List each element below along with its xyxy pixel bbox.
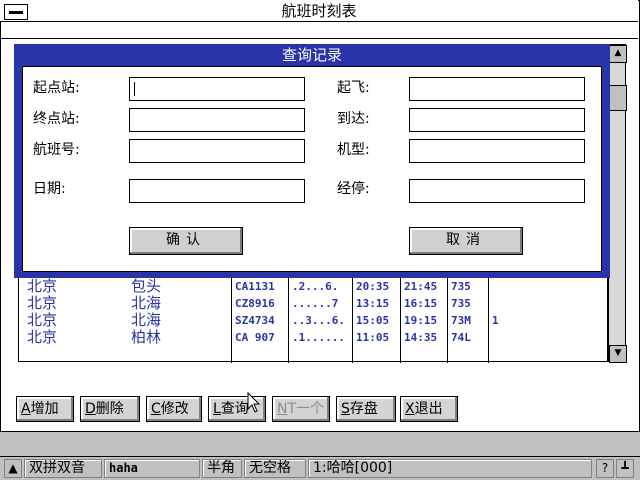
- cell-days: .2...6.: [292, 280, 339, 293]
- window-title: 航班时刻表: [281, 2, 357, 20]
- space-mode[interactable]: 无空格: [244, 459, 306, 478]
- cell-to: 北海: [131, 312, 162, 329]
- cell-dep: 13:15: [356, 297, 390, 310]
- origin-label: 起点站:: [33, 80, 80, 96]
- cell-from: 北京: [27, 278, 58, 295]
- cell-from: 北京: [27, 312, 58, 329]
- aircraft-label: 机型:: [337, 142, 370, 158]
- cell-type: 735: [451, 280, 471, 293]
- input-mode[interactable]: 双拼双音: [24, 459, 102, 478]
- query-dialog: 查询记录 起点站: 起飞: 终点站: 到达: 航班号: 机型: 日期: 经停: …: [14, 44, 610, 278]
- origin-field[interactable]: [129, 77, 305, 101]
- flight-no-label: 航班号:: [33, 142, 80, 158]
- scroll-up-button[interactable]: ▲: [609, 45, 627, 63]
- arrival-field[interactable]: [409, 108, 585, 132]
- cell-arr: 14:35: [404, 331, 438, 344]
- via-field[interactable]: [409, 179, 585, 203]
- dialog-title: 查询记录: [281, 46, 342, 64]
- cell-from: 北京: [27, 295, 58, 312]
- table-row[interactable]: 北京 北海 CZ8916 ......7 13:15 16:15 735: [19, 295, 607, 312]
- aircraft-field[interactable]: [409, 139, 585, 163]
- departure-label: 起飞:: [337, 80, 370, 96]
- disabled-button[interactable]: NT一个: [272, 396, 330, 422]
- cell-type: 73M: [451, 314, 471, 327]
- save-button[interactable]: S存盘: [336, 396, 396, 422]
- cell-flight: SZ4734: [235, 314, 275, 327]
- table-row[interactable]: 北京 北海 SZ4734 ..3...6. 15:05 19:15 73M 1: [19, 312, 607, 329]
- destination-field[interactable]: [129, 108, 305, 132]
- help-icon[interactable]: ?: [596, 459, 614, 478]
- modify-button[interactable]: C修改: [146, 396, 202, 422]
- width-mode[interactable]: 半角: [202, 459, 242, 478]
- dialog-body: 起点站: 起飞: 终点站: 到达: 航班号: 机型: 日期: 经停: 确认 取消: [22, 66, 602, 272]
- table-row[interactable]: 北京 包头 CA1131 .2...6. 20:35 21:45 735: [19, 278, 607, 295]
- mouse-cursor-icon: [247, 392, 261, 413]
- date-field[interactable]: [129, 179, 305, 203]
- departure-field[interactable]: [409, 77, 585, 101]
- date-label: 日期:: [33, 181, 66, 197]
- add-button[interactable]: A增加: [16, 396, 74, 422]
- scroll-down-button[interactable]: ▼: [609, 345, 627, 363]
- cell-dep: 11:05: [356, 331, 390, 344]
- cell-from: 北京: [27, 329, 58, 346]
- arrival-label: 到达:: [337, 111, 370, 127]
- cell-dep: 20:35: [356, 280, 390, 293]
- resize-grip-icon[interactable]: ┻: [616, 459, 634, 478]
- divider: [0, 38, 638, 39]
- arrow-down-icon: ▼: [614, 348, 622, 358]
- cell-days: ..3...6.: [292, 314, 345, 327]
- cell-type: 735: [451, 297, 471, 310]
- input-method-icon[interactable]: ▲: [4, 459, 22, 478]
- cell-flight: CA1131: [235, 280, 275, 293]
- cancel-button[interactable]: 取消: [409, 227, 523, 255]
- cell-dep: 15:05: [356, 314, 390, 327]
- cell-arr: 19:15: [404, 314, 438, 327]
- cell-arr: 21:45: [404, 280, 438, 293]
- flight-no-field[interactable]: [129, 139, 305, 163]
- title-bar: 航班时刻表: [0, 0, 638, 22]
- arrow-up-icon: ▲: [614, 48, 622, 58]
- cell-flight: CA 907: [235, 331, 275, 344]
- exit-button[interactable]: X退出: [400, 396, 458, 422]
- delete-button[interactable]: D删除: [80, 396, 140, 422]
- scroll-thumb[interactable]: [609, 85, 627, 111]
- text-caret: [134, 82, 135, 96]
- cell-arr: 16:15: [404, 297, 438, 310]
- cell-flight: CZ8916: [235, 297, 275, 310]
- cell-to: 包头: [131, 278, 162, 295]
- candidate-text: 1:哈哈[000]: [308, 459, 592, 478]
- table-row[interactable]: 北京 柏林 CA 907 .1...... 11:05 14:35 74L: [19, 329, 607, 346]
- cell-stops: 1: [492, 314, 499, 327]
- cell-days: .1......: [292, 331, 345, 344]
- ok-button[interactable]: 确认: [129, 227, 243, 255]
- cell-to: 北海: [131, 295, 162, 312]
- via-label: 经停:: [337, 181, 370, 197]
- vertical-scrollbar[interactable]: ▲ ▼: [608, 44, 627, 363]
- cell-days: ......7: [292, 297, 339, 310]
- cell-to: 柏林: [131, 329, 162, 346]
- destination-label: 终点站:: [33, 111, 80, 127]
- cell-type: 74L: [451, 331, 471, 344]
- user-name: haha: [104, 459, 200, 478]
